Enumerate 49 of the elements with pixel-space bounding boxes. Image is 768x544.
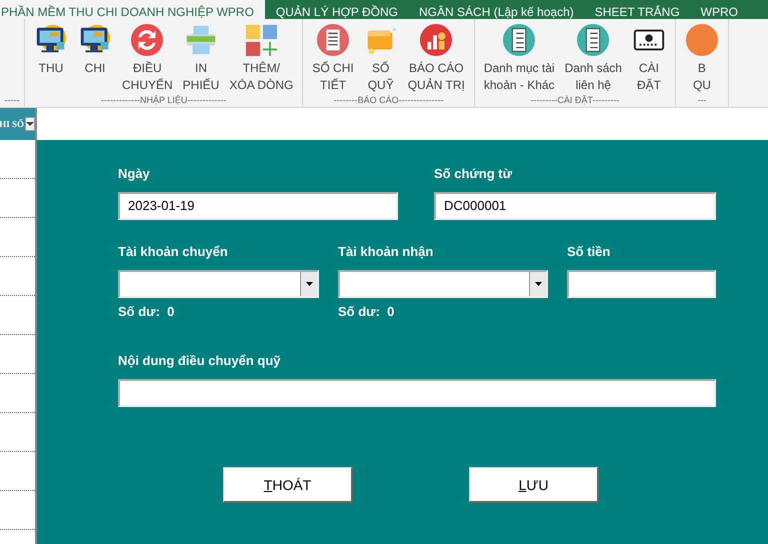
ribbon-tab[interactable]: SHEET TRẮNG	[584, 0, 690, 19]
field-label: Tài khoản chuyển	[118, 244, 229, 261]
input-field[interactable]: 2023-01-19	[118, 192, 398, 220]
ribbon-button[interactable]: CÀI ĐẶT	[626, 19, 671, 94]
ribbon-button[interactable]: CHI	[73, 19, 117, 94]
caret-icon	[306, 282, 312, 286]
balance-text: Số dư: 0	[338, 304, 396, 319]
input-field[interactable]: DC000001	[434, 192, 716, 220]
field-label: Tài khoản nhận	[338, 244, 434, 261]
checklist-icon	[576, 23, 610, 57]
balance-text: Số dư: 0	[118, 304, 176, 319]
caret-icon	[26, 122, 34, 126]
ribbon-button[interactable]: SỔ CHI TIẾT	[307, 19, 359, 94]
ribbon-button[interactable]: B QU	[680, 19, 724, 94]
input-field[interactable]	[118, 379, 716, 407]
refresh-icon	[130, 23, 164, 57]
group-label: --------BÁO CÁO---------------	[332, 94, 445, 107]
field-label: Số chứng từ	[434, 166, 514, 183]
ribbon-tab[interactable]: WPRO	[690, 0, 748, 19]
checklist-icon	[502, 23, 536, 57]
squares-icon	[244, 23, 278, 57]
circle-icon	[684, 23, 719, 57]
field-label: Ngày	[118, 166, 151, 183]
field-label: Số tiền	[567, 244, 612, 261]
group-label: -------------NHẬP LIỆU-------------	[100, 94, 228, 107]
group-label: -----	[4, 94, 20, 107]
ribbon-button[interactable]: ĐIỀU CHUYỂN	[117, 19, 178, 94]
input-field[interactable]	[567, 270, 716, 298]
chart-icon	[419, 23, 454, 57]
dialog-button[interactable]: LƯU	[469, 467, 599, 503]
dialog-button[interactable]: THOÁT	[223, 467, 353, 503]
caret-icon	[534, 282, 542, 286]
document-icon	[316, 23, 350, 57]
ribbon-button[interactable]: THÊM/ XÓA DÒNG	[224, 19, 298, 94]
ribbon-button[interactable]: Danh sách liên hệ	[560, 19, 627, 94]
ribbon-button[interactable]: IN PHIẾU	[178, 19, 224, 94]
dropdown-field[interactable]	[338, 270, 548, 298]
ribbon-tab[interactable]: NGÂN SÁCH (Lập kế hoạch)	[408, 0, 584, 19]
group-label: ---	[696, 94, 708, 107]
ribbon-tab[interactable]: PHẦN MỀM THU CHI DOANH NGHIỆP WPRO	[0, 0, 265, 19]
dropdown-field[interactable]	[118, 270, 319, 298]
filter-button[interactable]	[25, 117, 35, 131]
ribbon-tab[interactable]: QUẢN LÝ HỢP ĐỒNG	[264, 0, 408, 19]
ribbon-button[interactable]: SỔ QUỸ	[358, 19, 403, 94]
ribbon-button[interactable]: Danh mục tài khoản - Khác	[478, 19, 560, 94]
ribbon-button[interactable]: THU	[29, 19, 73, 94]
field-label: Nội dung điều chuyển quỹ	[118, 353, 282, 370]
ribbon-button[interactable]: BÁO CÁO QUẢN TRỊ	[402, 19, 470, 94]
group-label: ---------CÀI ĐẶT---------	[529, 94, 620, 107]
